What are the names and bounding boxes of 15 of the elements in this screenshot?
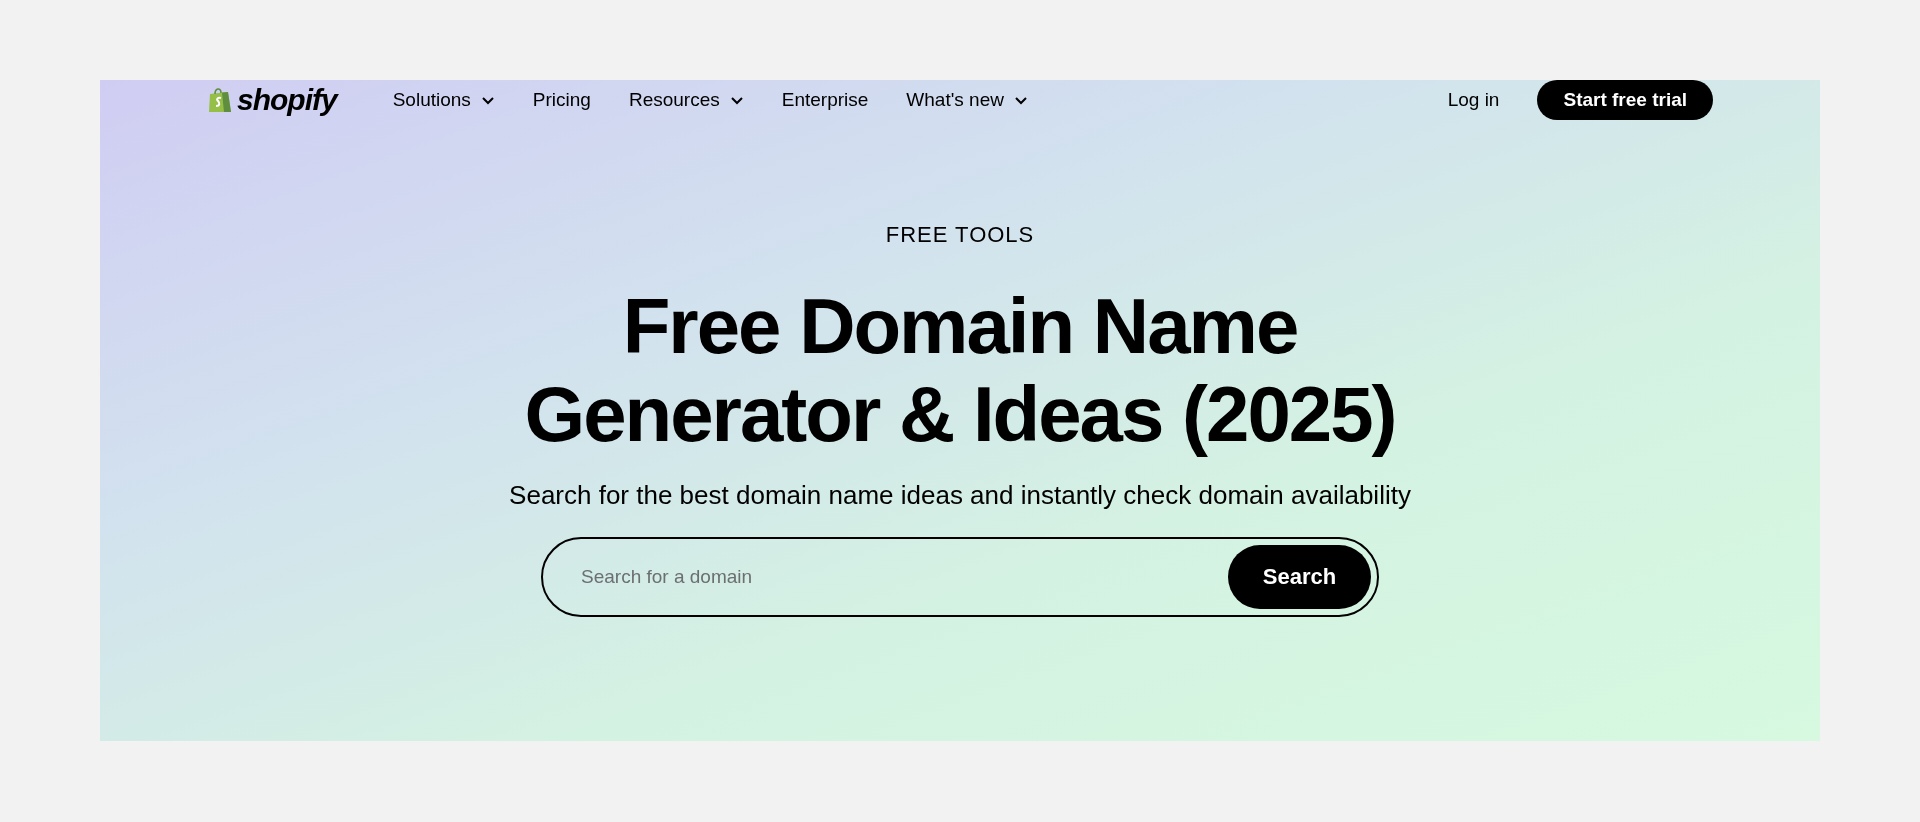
hero-subtitle: Search for the best domain name ideas and instantly check domain availability [509,480,1411,511]
login-link[interactable]: Log in [1447,89,1500,111]
nav-link[interactable]: What's new [906,89,1028,111]
logo-link[interactable]: shopify [207,85,337,115]
search-field[interactable]: Search for a domain Search [541,537,1379,617]
start-trial-button[interactable]: Start free trial [1537,80,1713,120]
shopping-bag-icon [207,86,233,114]
hero-title: Free Domain Name Generator & Ideas (2025) [524,282,1396,458]
logo-wordmark: shopify [237,85,337,115]
eyebrow-label: FREE TOOLS [885,222,1035,248]
nav-link[interactable]: Resources [628,89,744,111]
nav-link[interactable]: Enterprise [781,89,869,111]
search-button[interactable]: Search [1228,545,1371,609]
nav-link[interactable]: Solutions [392,89,495,111]
nav-link[interactable]: Pricing [532,89,591,111]
